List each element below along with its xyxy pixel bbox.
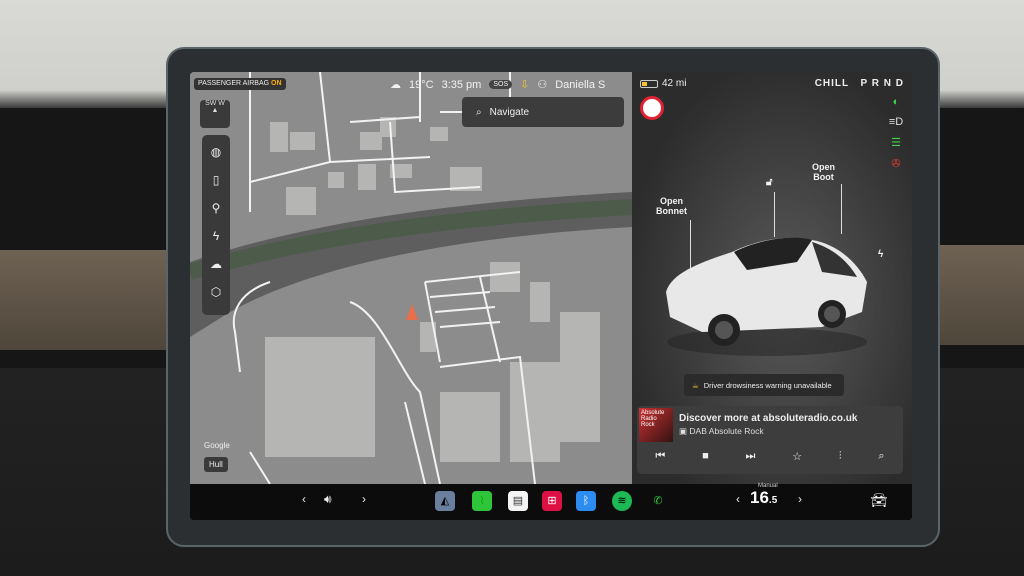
car-model-image [666,237,867,356]
map-toolbar: ◍ ▯ ⚲ ϟ ☁ ⬡ [202,135,230,315]
phone-icon[interactable]: ▯ [207,171,225,189]
open-boot-button[interactable]: Open Boot [812,162,835,182]
bluetooth-icon[interactable]: ᛒ [576,491,596,511]
media-source-label: DAB Absolute Rock [689,426,764,436]
stop-icon[interactable]: ■ [702,450,709,463]
battery-icon [640,79,658,88]
seatbelt-warning-icon: ✇ [891,158,901,170]
download-icon[interactable]: ⇩ [520,78,529,91]
equalizer-icon[interactable]: ⫶ [839,450,842,463]
compass-button[interactable]: SW W ▲ [200,100,230,128]
drive-status: CHILL P R N D [815,78,904,89]
next-icon[interactable]: ⏭ [746,450,756,463]
touchscreen: PASSENGER AIRBAG ON SW W ▲ ◍ ▯ ⚲ ϟ ☁ ⬡ ☁… [190,72,912,520]
app-launcher-icon[interactable]: ⊞ [542,491,562,511]
airbag-label: PASSENGER AIRBAG [198,80,270,87]
headlight-icon: ◐ [892,96,900,108]
favorite-icon[interactable]: ☆ [792,450,802,463]
outside-temperature: 19°C [409,78,434,91]
volume-down-chevron-icon[interactable]: ‹ [302,492,306,506]
cabin-temperature[interactable]: 16.5 [750,488,777,508]
weather-icon[interactable]: ☁ [207,255,225,273]
drive-mode: CHILL [814,78,850,89]
temp-down-chevron-icon[interactable]: ‹ [736,492,740,506]
vehicle-position-icon [406,304,418,320]
charge-port-icon[interactable]: ϟ [878,250,883,260]
north-arrow-icon: ▲ [211,107,219,114]
spotify-icon[interactable]: ≋ [612,491,632,511]
auto-highbeam-icon: ≡D [888,116,904,128]
compass-label: SW W [205,100,225,107]
cloud-icon: ☁ [390,79,401,91]
warning-text: Driver drowsiness warning unavailable [703,380,832,390]
gear-selector: P R N D [860,78,904,89]
volume-icon[interactable]: 🔊︎ [324,492,332,507]
pin-icon[interactable]: ⚲ [207,199,225,217]
airbag-state: ON [271,80,282,87]
search-icon[interactable]: ⌕ [878,450,884,463]
wood-trim-right [934,245,1024,345]
clock: 3:35 pm [441,78,482,91]
radio-icon: ▣ [679,426,688,436]
coffee-icon: ☕︎ [692,380,699,390]
light-indicators: ◐ ≡D ☰ ✇ [888,96,904,170]
map-view[interactable]: PASSENGER AIRBAG ON SW W ▲ ◍ ▯ ⚲ ϟ ☁ ⬡ ☁… [190,72,632,484]
media-controls: ⏮ ■ ⏭ ☆ ⫶ ⌕ [637,450,903,463]
passenger-airbag-indicator: PASSENGER AIRBAG ON [194,78,286,90]
album-art[interactable]: Absolute Radio Rock [639,408,673,442]
drowsiness-warning: ☕︎ Driver drowsiness warning unavailable [684,374,844,396]
user-icon[interactable]: ⚇ [537,78,547,91]
wood-trim-left [0,250,170,350]
temperature-whole: 16 [750,488,769,507]
temperature-decimal: .5 [768,495,778,506]
3d-cube-icon[interactable]: ⬡ [207,283,225,301]
media-source: ▣ DAB Absolute Rock [679,426,764,437]
unlock-icon[interactable]: 🔓︎ [766,178,772,188]
energy-app-icon[interactable]: ⌇ [472,491,492,511]
top-status-bar: ☁ 19°C 3:35 pm SOS ⇩ ⚇ Daniella S [390,78,605,92]
car-controls-icon[interactable]: 🚘︎ [870,492,888,509]
navigate-search[interactable]: ⌕ Navigate [462,97,624,127]
range-value: 42 mi [662,78,687,89]
vehicle-panel: 42 mi CHILL P R N D ◐ ≡D ☰ ✇ Open Bonnet … [632,72,912,484]
volume-up-chevron-icon[interactable]: › [362,492,366,506]
media-player: Absolute Radio Rock Discover more at abs… [637,406,903,474]
user-name[interactable]: Daniella S [555,79,605,91]
phone-icon[interactable]: ✆ [648,491,668,511]
calendar-app-icon[interactable]: ▤ [508,491,528,511]
map-graphics [190,72,632,484]
navigation-app-icon[interactable]: ◭ [435,491,455,511]
temp-up-chevron-icon[interactable]: › [798,492,802,506]
charging-icon[interactable]: ϟ [207,227,225,245]
bottom-bar: ‹ 🔊︎ › ◭ ⌇ ▤ ⊞ ᛒ ≋ ✆ ‹ Manual 16.5 › 🚘︎ [190,483,912,520]
range-indicator: 42 mi [640,78,686,89]
globe-icon[interactable]: ◍ [207,143,225,161]
sos-button[interactable]: SOS [489,80,513,89]
open-bonnet-button[interactable]: Open Bonnet [656,196,687,216]
previous-icon[interactable]: ⏮ [655,450,665,463]
parking-light-icon: ☰ [891,137,901,149]
navigate-placeholder: Navigate [489,106,530,118]
search-icon: ⌕ [476,106,482,118]
location-label: Hull [204,457,228,472]
speed-limit-sign-icon [640,96,664,120]
google-attribution: Google [204,441,230,450]
media-title: Discover more at absoluteradio.co.uk [679,413,858,424]
